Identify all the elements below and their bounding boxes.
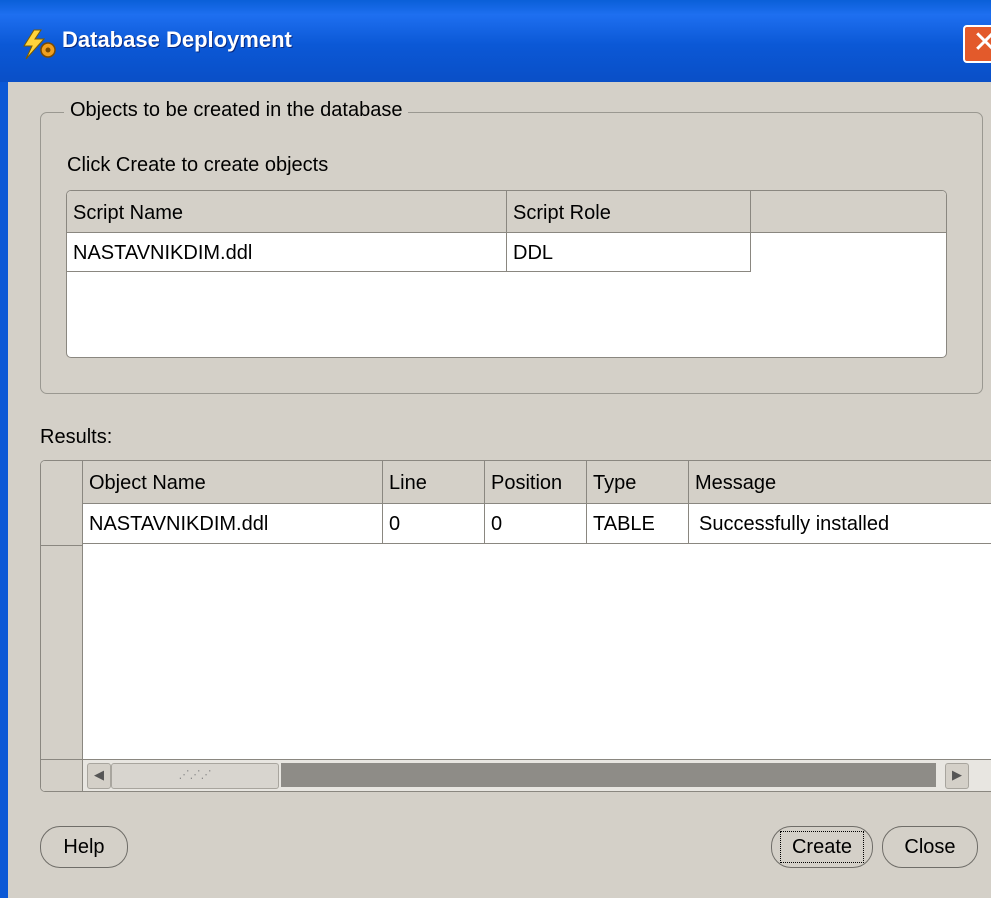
scrollbar-thumb[interactable]: ⋰⋰⋰: [111, 763, 279, 789]
table-row[interactable]: NASTAVNIKDIM.ddl 0 0 TABLE Successfully …: [83, 504, 991, 544]
column-header-object-name[interactable]: Object Name: [83, 461, 383, 503]
lightning-gear-icon: [23, 29, 56, 60]
create-instruction: Click Create to create objects: [67, 154, 329, 176]
scroll-right-arrow-icon[interactable]: ▶: [945, 763, 969, 789]
results-table[interactable]: Object Name Line Position Type Message N…: [40, 460, 991, 792]
help-button-label: Help: [63, 836, 105, 858]
scrollbar-track[interactable]: [281, 763, 936, 787]
objects-group-legend: Objects to be created in the database: [64, 99, 409, 122]
column-header-message[interactable]: Message: [689, 461, 989, 503]
results-label: Results:: [40, 426, 113, 448]
close-window-button[interactable]: ✕: [963, 25, 991, 63]
focus-outline: [780, 831, 864, 863]
script-name-cell: NASTAVNIKDIM.ddl: [67, 233, 507, 271]
line-cell: 0: [383, 504, 485, 543]
horizontal-scrollbar[interactable]: ◀ ⋰⋰⋰ ▶: [41, 759, 991, 791]
column-header-line[interactable]: Line: [383, 461, 485, 503]
script-role-cell: DDL: [507, 233, 751, 271]
window-frame: [0, 82, 8, 898]
scripts-table-header: Script Name Script Role: [67, 191, 946, 233]
results-table-header: Object Name Line Position Type Message: [41, 461, 991, 504]
column-header-position[interactable]: Position: [485, 461, 587, 503]
database-deployment-dialog: Database Deployment ✕ Objects to be crea…: [0, 0, 991, 898]
row-header-column: [41, 461, 83, 759]
column-header-script-name[interactable]: Script Name: [67, 191, 507, 232]
position-cell: 0: [485, 504, 587, 543]
type-cell: TABLE: [587, 504, 689, 543]
column-header-script-role[interactable]: Script Role: [507, 191, 751, 232]
scrollbar-corner: [41, 760, 83, 791]
row-header-cell[interactable]: [41, 505, 82, 546]
column-header-type[interactable]: Type: [587, 461, 689, 503]
scripts-table[interactable]: Script Name Script Role NASTAVNIKDIM.ddl…: [66, 190, 947, 358]
window-title: Database Deployment: [62, 27, 292, 52]
close-button-label: Close: [904, 836, 956, 858]
title-bar[interactable]: Database Deployment ✕: [0, 0, 991, 82]
help-button[interactable]: Help: [40, 826, 128, 868]
close-button[interactable]: Close: [882, 826, 978, 868]
create-button[interactable]: Create: [771, 826, 873, 868]
table-row[interactable]: NASTAVNIKDIM.ddl DDL: [67, 233, 751, 272]
message-cell: Successfully installed: [699, 513, 890, 535]
object-name-cell: NASTAVNIKDIM.ddl: [83, 504, 383, 543]
scroll-left-arrow-icon[interactable]: ◀: [87, 763, 111, 789]
